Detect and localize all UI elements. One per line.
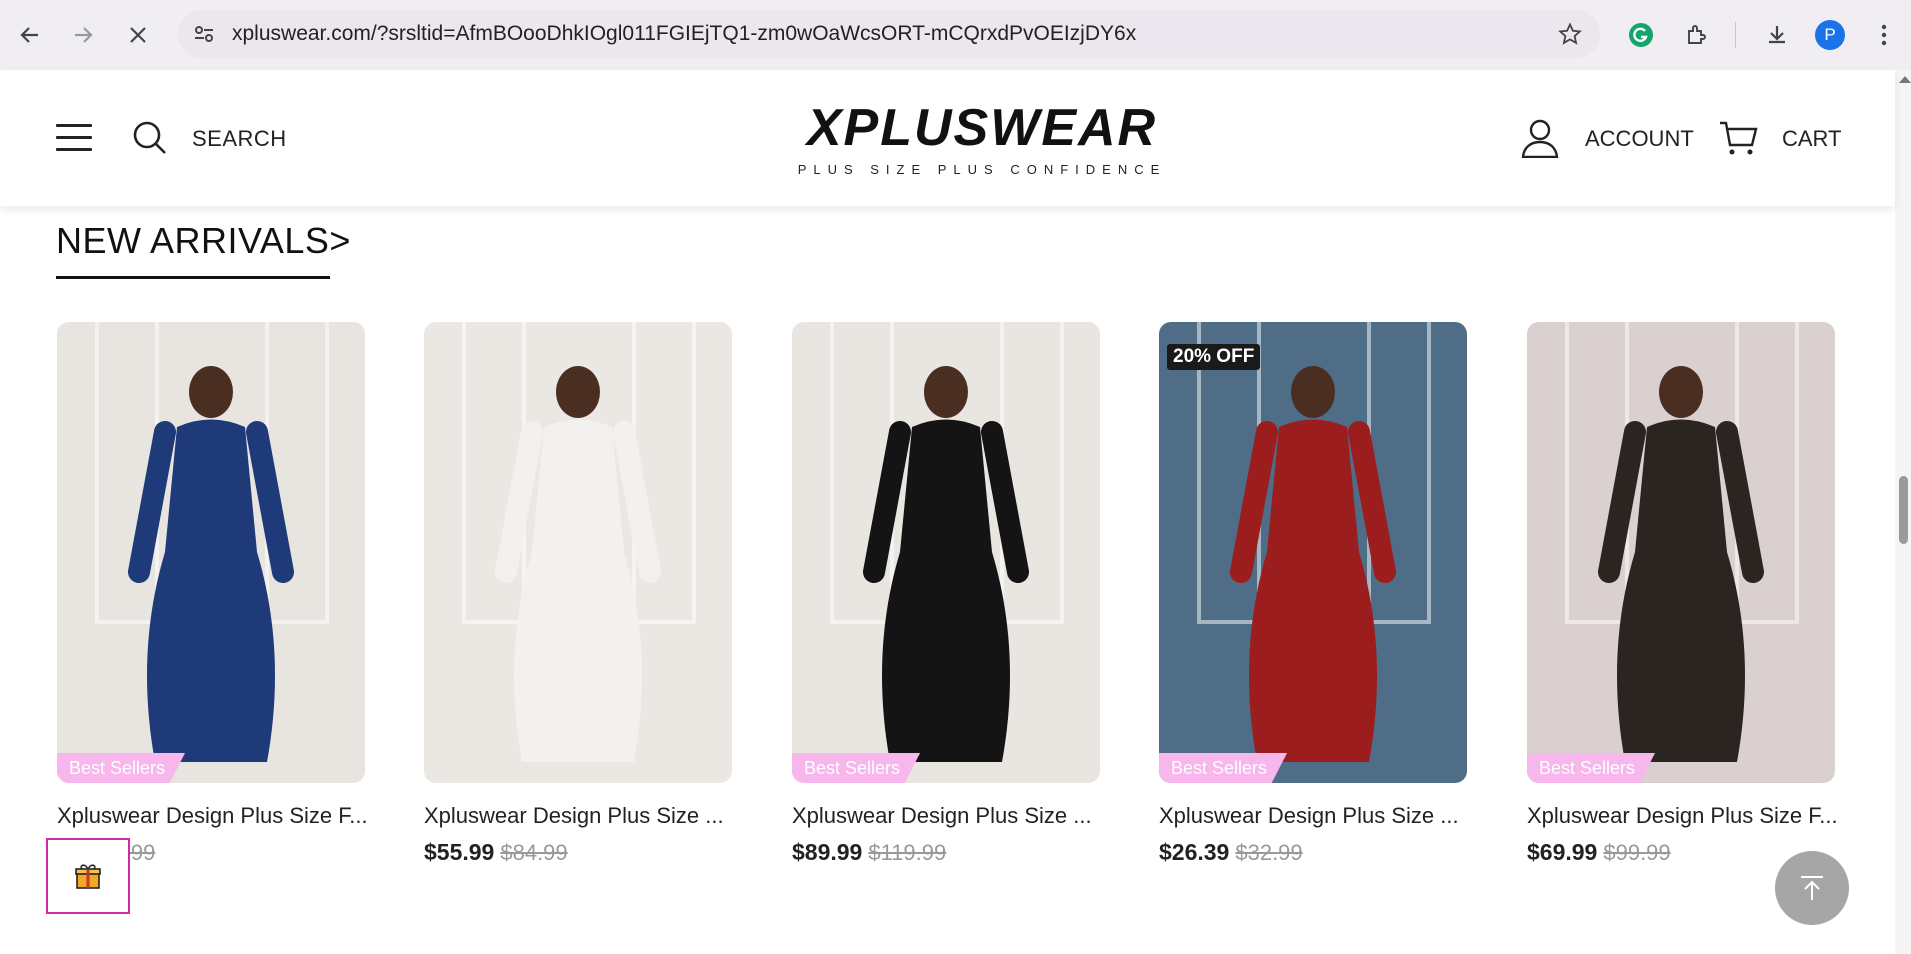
product-title[interactable]: Xpluswear Design Plus Size F...	[57, 803, 368, 829]
search-label[interactable]: SEARCH	[192, 126, 287, 152]
product-image[interactable]: 20% OFF Best Sellers	[1159, 322, 1467, 783]
product-title[interactable]: Xpluswear Design Plus Size ...	[424, 803, 732, 829]
cart-link[interactable]: CART	[1782, 126, 1842, 152]
section-title[interactable]: NEW ARRIVALS>	[56, 220, 351, 262]
best-seller-badge: Best Sellers	[792, 753, 921, 783]
url-text[interactable]: xpluswear.com/?srsltid=AfmBOooDhkIOgl011…	[232, 22, 1136, 46]
grammarly-icon[interactable]	[1623, 17, 1659, 53]
account-link[interactable]: ACCOUNT	[1585, 126, 1694, 152]
product-card[interactable]: Best Sellers Xpluswear Design Plus Size …	[792, 322, 1100, 866]
logo-tagline: PLUS SIZE PLUS CONFIDENCE	[797, 162, 1167, 177]
scrollbar-thumb[interactable]	[1899, 476, 1908, 544]
arrow-up-icon	[1801, 876, 1823, 900]
product-card[interactable]: 20% OFF Best Sellers Xpluswear Design Pl…	[1159, 322, 1467, 866]
download-icon[interactable]	[1759, 17, 1795, 53]
promo-badge: 20% OFF	[1167, 344, 1261, 370]
search-icon[interactable]	[132, 120, 168, 161]
menu-icon[interactable]	[1866, 17, 1902, 53]
gift-icon	[75, 864, 101, 889]
account-icon[interactable]	[1520, 118, 1560, 163]
best-seller-badge: Best Sellers	[57, 753, 186, 783]
forward-icon[interactable]	[65, 17, 101, 53]
sale-price: $89.99	[792, 839, 863, 865]
site-header: SEARCH XPLUSWEAR PLUS SIZE PLUS CONFIDEN…	[0, 70, 1895, 206]
product-card[interactable]: Xpluswear Design Plus Size ... $55.99 $84…	[424, 322, 732, 866]
sale-price: $69.99	[1527, 839, 1598, 865]
stop-icon[interactable]	[120, 17, 156, 53]
profile-avatar[interactable]: P	[1815, 20, 1845, 50]
original-price: $84.99	[500, 840, 568, 865]
product-card[interactable]: Best Sellers Xpluswear Design Plus Size …	[57, 322, 368, 866]
product-image[interactable]: Best Sellers	[57, 322, 365, 783]
product-image[interactable]: Best Sellers	[792, 322, 1100, 783]
site-logo[interactable]: XPLUSWEAR PLUS SIZE PLUS CONFIDENCE	[796, 102, 1168, 177]
product-prices: $26.39 $32.99	[1159, 839, 1467, 866]
product-prices: $89.99 $119.99	[792, 839, 1100, 866]
product-title[interactable]: Xpluswear Design Plus Size ...	[792, 803, 1100, 829]
best-seller-badge: Best Sellers	[1527, 753, 1656, 783]
gift-button[interactable]	[46, 838, 130, 914]
extensions-icon[interactable]	[1679, 17, 1715, 53]
cart-icon[interactable]	[1718, 120, 1758, 161]
site-info-icon[interactable]	[192, 22, 216, 51]
section-underline	[56, 276, 330, 279]
scroll-up-arrow-icon[interactable]	[1899, 76, 1911, 83]
hamburger-menu-icon[interactable]	[56, 124, 92, 152]
star-icon[interactable]	[1558, 22, 1582, 51]
product-title[interactable]: Xpluswear Design Plus Size ...	[1159, 803, 1467, 829]
browser-toolbar: xpluswear.com/?srsltid=AfmBOooDhkIOgl011…	[0, 0, 1911, 71]
back-to-top-button[interactable]	[1775, 851, 1849, 925]
best-seller-badge: Best Sellers	[1159, 753, 1288, 783]
product-image[interactable]: Best Sellers	[1527, 322, 1835, 783]
product-card[interactable]: Best Sellers Xpluswear Design Plus Size …	[1527, 322, 1838, 866]
original-price: $119.99	[868, 840, 947, 865]
product-image[interactable]	[424, 322, 732, 783]
sale-price: $55.99	[424, 839, 495, 865]
product-title[interactable]: Xpluswear Design Plus Size F...	[1527, 803, 1838, 829]
address-bar[interactable]: xpluswear.com/?srsltid=AfmBOooDhkIOgl011…	[178, 10, 1600, 58]
product-prices: $55.99 $84.99	[424, 839, 732, 866]
toolbar-separator	[1735, 22, 1736, 48]
original-price: $99.99	[1603, 840, 1671, 865]
original-price: $32.99	[1235, 840, 1303, 865]
sale-price: $26.39	[1159, 839, 1230, 865]
back-icon[interactable]	[12, 17, 48, 53]
logo-text: XPLUSWEAR	[806, 99, 1158, 157]
